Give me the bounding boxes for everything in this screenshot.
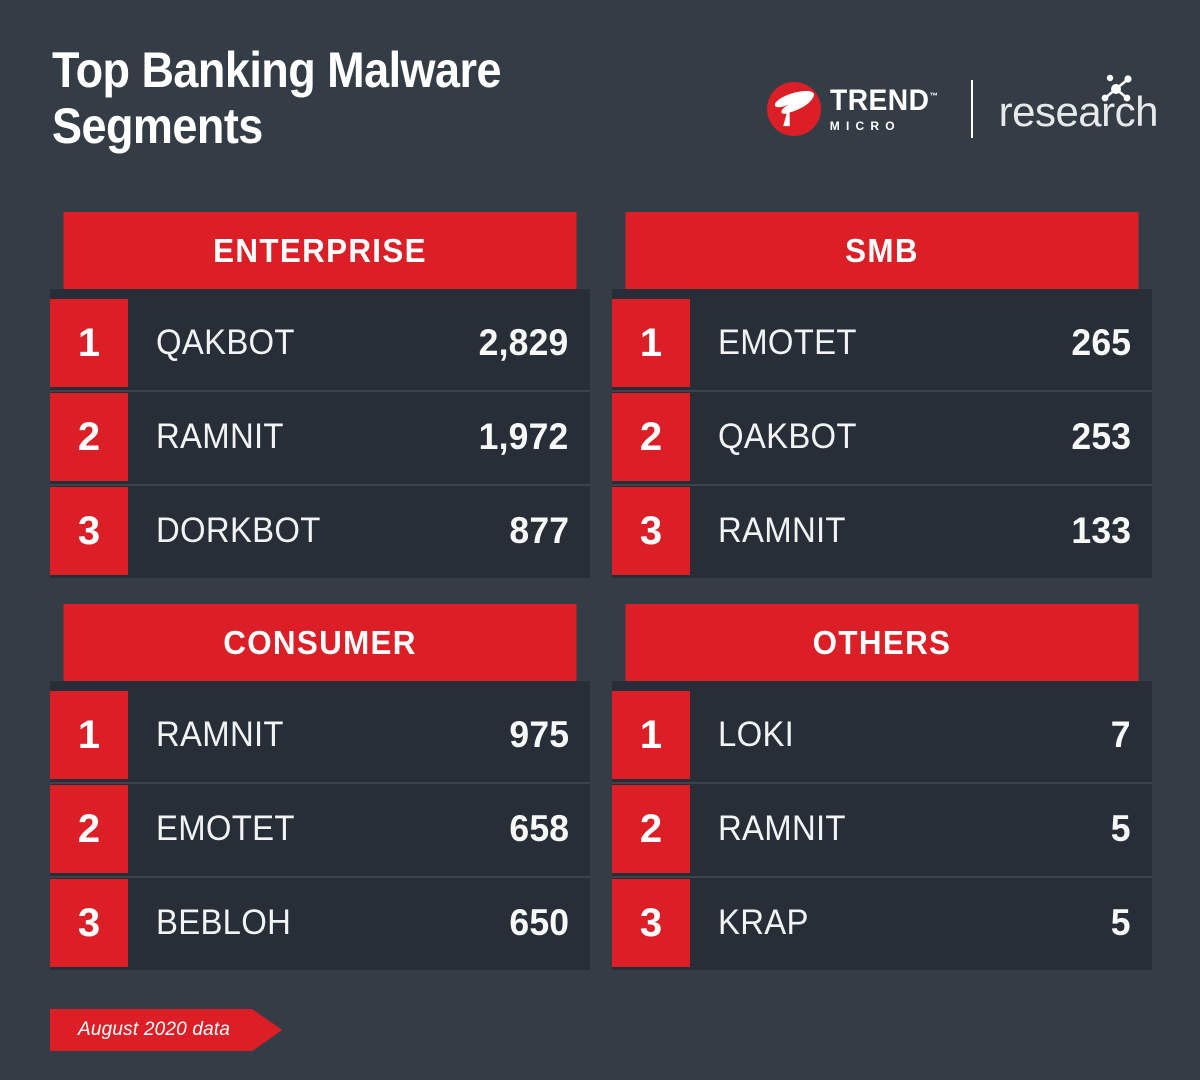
- rank-badge: 2: [612, 393, 690, 481]
- table-row: 2 RAMNIT 1,972: [50, 390, 590, 484]
- panel-body-smb: 1 EMOTET 265 2 QAKBOT 253 3 RAMNIT 133: [612, 289, 1152, 578]
- malware-name: RAMNIT: [156, 715, 284, 754]
- panel-others: OTHERS 1 LOKI 7 2 RAMNIT 5 3 KRAP 5: [612, 604, 1152, 970]
- detection-count: 2,829: [479, 322, 569, 363]
- table-row: 3 KRAP 5: [612, 876, 1152, 970]
- panel-smb: SMB 1 EMOTET 265 2 QAKBOT 253 3 RAMNIT 1…: [612, 212, 1152, 578]
- panel-body-consumer: 1 RAMNIT 975 2 EMOTET 658 3 BEBLOH 650: [50, 681, 590, 970]
- trademark-symbol: ™: [929, 91, 938, 101]
- rank-badge: 1: [612, 299, 690, 387]
- panel-title-consumer: CONSUMER: [63, 604, 577, 681]
- rank-badge: 3: [50, 879, 128, 967]
- malware-name: RAMNIT: [718, 511, 846, 550]
- trend-micro-ball-icon: [766, 82, 821, 136]
- malware-name: DORKBOT: [156, 511, 321, 550]
- research-logo: research: [999, 74, 1159, 133]
- panel-title-smb: SMB: [625, 212, 1139, 289]
- malware-name: QAKBOT: [718, 417, 857, 456]
- rank-badge: 1: [612, 691, 690, 779]
- rank-badge: 1: [50, 299, 128, 387]
- panel-enterprise: ENTERPRISE 1 QAKBOT 2,829 2 RAMNIT 1,972…: [50, 212, 590, 578]
- detection-count: 975: [509, 714, 569, 755]
- molecule-icon: [1101, 74, 1132, 102]
- malware-name: EMOTET: [156, 809, 295, 848]
- trend-micro-swoosh-icon: [774, 90, 814, 127]
- detection-count: 265: [1071, 322, 1131, 363]
- trend-word: TREND™: [830, 86, 938, 116]
- detection-count: 253: [1071, 416, 1131, 457]
- rank-badge: 2: [612, 785, 690, 873]
- malware-name: RAMNIT: [718, 809, 846, 848]
- table-row: 1 LOKI 7: [612, 688, 1152, 782]
- malware-name: EMOTET: [718, 323, 857, 362]
- trend-micro-wordmark: TREND™ MICRO: [829, 86, 945, 133]
- rank-badge: 3: [50, 487, 128, 575]
- detection-count: 877: [509, 510, 569, 551]
- detection-count: 650: [509, 902, 569, 943]
- rank-badge: 2: [50, 393, 128, 481]
- panel-body-enterprise: 1 QAKBOT 2,829 2 RAMNIT 1,972 3 DORKBOT …: [50, 289, 590, 578]
- brand-logo-block: TREND™ MICRO research: [766, 74, 1159, 144]
- trend-micro-logo: TREND™ MICRO: [766, 82, 945, 136]
- segments-grid: ENTERPRISE 1 QAKBOT 2,829 2 RAMNIT 1,972…: [50, 212, 1152, 970]
- table-row: 2 RAMNIT 5: [612, 782, 1152, 876]
- table-row: 3 BEBLOH 650: [50, 876, 590, 970]
- panel-consumer: CONSUMER 1 RAMNIT 975 2 EMOTET 658 3 BEB…: [50, 604, 590, 970]
- detection-count: 133: [1071, 510, 1131, 551]
- page-title: Top Banking Malware Segments: [52, 42, 502, 154]
- logo-divider: [970, 80, 973, 138]
- table-row: 1 RAMNIT 975: [50, 688, 590, 782]
- table-row: 1 EMOTET 265: [612, 296, 1152, 390]
- panel-title-enterprise: ENTERPRISE: [63, 212, 577, 289]
- detection-count: 5: [1110, 808, 1131, 849]
- malware-name: RAMNIT: [156, 417, 284, 456]
- detection-count: 658: [509, 808, 569, 849]
- rank-badge: 3: [612, 879, 690, 967]
- table-row: 2 EMOTET 658: [50, 782, 590, 876]
- detection-count: 1,972: [479, 416, 569, 457]
- detection-count: 5: [1110, 902, 1131, 943]
- infographic-header: Top Banking Malware Segments TREND™ MICR…: [0, 0, 1200, 196]
- malware-name: BEBLOH: [156, 903, 292, 942]
- footer: August 2020 data: [50, 1009, 282, 1051]
- malware-name: QAKBOT: [156, 323, 295, 362]
- panel-title-others: OTHERS: [625, 604, 1139, 681]
- panel-body-others: 1 LOKI 7 2 RAMNIT 5 3 KRAP 5: [612, 681, 1152, 970]
- rank-badge: 2: [50, 785, 128, 873]
- rank-badge: 3: [612, 487, 690, 575]
- table-row: 1 QAKBOT 2,829: [50, 296, 590, 390]
- table-row: 2 QAKBOT 253: [612, 390, 1152, 484]
- micro-word: MICRO: [829, 119, 901, 133]
- trend-word-text: TREND: [829, 84, 930, 117]
- detection-count: 7: [1110, 714, 1131, 755]
- table-row: 3 RAMNIT 133: [612, 484, 1152, 578]
- malware-name: LOKI: [718, 715, 795, 754]
- rank-badge: 1: [50, 691, 128, 779]
- malware-name: KRAP: [718, 903, 809, 942]
- data-period-badge: August 2020 data: [50, 1009, 282, 1051]
- table-row: 3 DORKBOT 877: [50, 484, 590, 578]
